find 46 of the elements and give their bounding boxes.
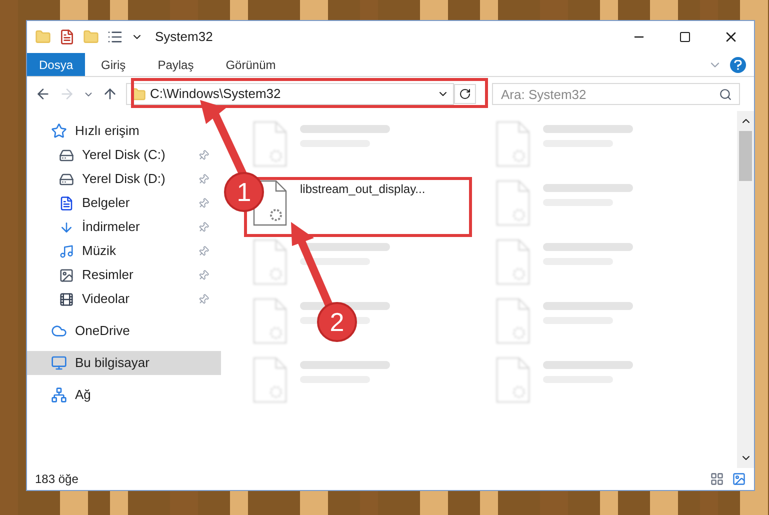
ribbon-tab[interactable]: Görünüm xyxy=(210,53,292,76)
sidebar-item[interactable]: Hızlı erişim xyxy=(27,119,221,143)
scrollbar[interactable] xyxy=(737,111,754,468)
search-icon[interactable] xyxy=(719,88,732,101)
sidebar-item[interactable]: Resimler xyxy=(27,263,221,287)
window-title: System32 xyxy=(155,28,213,46)
forward-icon[interactable] xyxy=(59,86,75,102)
ribbon-tab[interactable]: Dosya xyxy=(27,53,86,76)
sidebar-item[interactable]: Yerel Disk (D:) xyxy=(27,167,221,191)
address-path: C:\Windows\System32 xyxy=(150,85,281,104)
back-icon[interactable] xyxy=(35,86,51,102)
network-icon xyxy=(51,387,67,403)
document-icon xyxy=(59,196,74,210)
folder-icon[interactable] xyxy=(35,29,51,45)
search-field[interactable]: Ara: System32 xyxy=(492,83,740,105)
sidebar-item[interactable]: Müzik xyxy=(27,239,221,263)
monitor-icon xyxy=(51,355,67,371)
folder-icon[interactable] xyxy=(83,29,99,45)
drive-icon xyxy=(59,172,74,186)
ribbon-tab[interactable]: Giriş xyxy=(85,53,142,76)
sidebar-item[interactable]: İndirmeler xyxy=(27,215,221,239)
item-count: 183 öğe xyxy=(35,471,78,488)
up-icon[interactable] xyxy=(102,86,118,102)
sidebar-item[interactable]: Bu bilgisayar xyxy=(27,351,221,375)
sidebar-item[interactable]: Videolar xyxy=(27,287,221,311)
cloud-icon xyxy=(51,323,67,339)
image-icon xyxy=(59,268,74,282)
refresh-button[interactable] xyxy=(454,84,476,104)
drive-icon xyxy=(59,148,74,162)
help-icon[interactable] xyxy=(730,56,746,72)
film-icon xyxy=(59,292,74,306)
sidebar-item[interactable]: OneDrive xyxy=(27,319,221,343)
star-icon xyxy=(51,123,67,139)
sidebar-item[interactable]: Ağ xyxy=(27,383,221,407)
file-name: libstream_out_display... xyxy=(300,181,426,198)
maximize-icon xyxy=(679,31,691,43)
list-icon[interactable] xyxy=(107,29,123,45)
details-view-icon[interactable] xyxy=(710,472,724,486)
scroll-thumb[interactable] xyxy=(739,131,752,181)
refresh-icon xyxy=(459,88,471,100)
large-icons-view-icon[interactable] xyxy=(732,472,746,486)
download-icon xyxy=(59,220,74,234)
sidebar-item[interactable]: Belgeler xyxy=(27,191,221,215)
ribbon-tab[interactable]: Paylaş xyxy=(142,53,210,76)
sidebar-item[interactable]: Yerel Disk (C:) xyxy=(27,143,221,167)
music-note-icon xyxy=(59,244,74,258)
